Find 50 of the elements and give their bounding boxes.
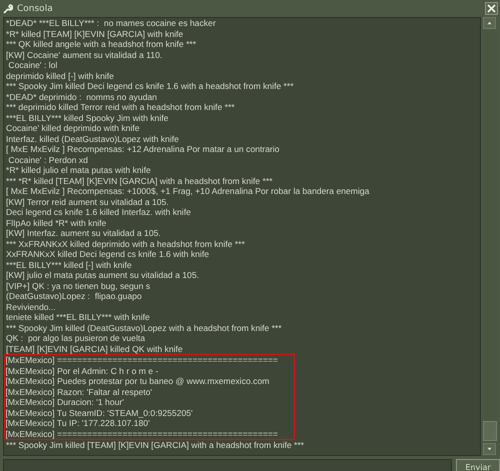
log-line: *R* killed [TEAM] [K]EVIN [GARCIA] with knife bbox=[6, 28, 184, 39]
log-line: *DEAD* ***EL BILLY*** : no mames cocaine es hacker bbox=[6, 18, 216, 28]
log-line: Reviviendo... bbox=[6, 302, 56, 312]
log-line: ***EL BILLY*** killed [-] with knife bbox=[6, 260, 132, 270]
log-line: [KW] Terror reid aument su vitalidad a 105. bbox=[6, 196, 169, 207]
log-line: [MxEMexico] Puedes protestar por tu baneo @ www.mxemexico.com bbox=[6, 376, 270, 386]
log-line: [MxEMexico] Por el Admin: C h r o m e - bbox=[6, 366, 160, 376]
log-line: [MxEMexico] Duracion: '1 hour' bbox=[6, 397, 125, 408]
close-button[interactable] bbox=[485, 2, 498, 15]
log-line: [MxEMexico] ============================================ bbox=[6, 355, 278, 366]
log-line: *** Spooky Jim killed Deci legend cs knife 1.6 with a headshot from knife *** bbox=[6, 81, 294, 92]
scroll-down-icon[interactable] bbox=[483, 443, 496, 455]
log-line: [ MxE MxEvilz ] Recompensas: +1000$, +1 Frag, +10 Adrenalina Por robar la bandera enemiga bbox=[6, 186, 370, 196]
log-line: XxFRANKxX killed Deci legend cs knife 1.6 with knife bbox=[6, 249, 209, 260]
log-line: *** QK killed angele with a headshot from knife *** bbox=[6, 39, 196, 50]
scrollbar[interactable] bbox=[483, 17, 497, 456]
log-line: [MxEMexico] Razon: 'Faltar al respeto' bbox=[6, 386, 154, 397]
submit-button[interactable]: Enviar bbox=[456, 459, 500, 471]
log-line: [MxEMexico] Tu SteamID: 'STEAM_0:0:9255205' bbox=[6, 408, 194, 418]
log-line: Cocaine' killed deprimido with knife bbox=[6, 123, 140, 134]
log-line: deprimido killed [-] with knife bbox=[6, 70, 114, 81]
log-line: Cocaine' : Perdon xd bbox=[7, 154, 88, 165]
log-line: *** XxFRANKxX killed deprimido with a headshot from knife *** bbox=[6, 238, 245, 249]
log-line: [MxEMexico] ============================================ bbox=[6, 428, 278, 439]
log-line: Cocaine' : lol bbox=[7, 60, 58, 70]
log-line: *** deprimido killed Terror reid with a headshot from knife *** bbox=[6, 102, 235, 112]
log-line: [KW] Cocaine' aument su vitalidad a 110. bbox=[6, 50, 162, 60]
log-line: QK : por algo las pusieron de vuelta bbox=[6, 333, 146, 344]
window-title: Consola bbox=[17, 4, 54, 14]
log-line: [VIP+] QK : ya no tienen bug, segun s bbox=[6, 280, 150, 291]
log-line: [TEAM] [K]EVIN [GARCIA] killed QK with knife bbox=[6, 344, 183, 354]
log-line: [KW] julio el mata putas aument su vitalidad a 105. bbox=[6, 270, 199, 280]
scroll-up-icon[interactable] bbox=[483, 17, 496, 29]
log-line: *R* killed julio el mata putas with knife bbox=[6, 165, 151, 176]
log-line: *** *R* killed [TEAM] [K]EVIN [GARCIA] with a headshot from knife *** bbox=[6, 176, 273, 186]
log-line: *DEAD* deprimido : nomms no ayudan bbox=[6, 92, 157, 102]
log-line: *** Spooky Jim killed [TEAM] [K]EVIN [GARCIA] with a headshot from knife *** bbox=[6, 440, 304, 450]
log-line: [KW] Interfaz. aument su vitalidad a 105. bbox=[6, 228, 161, 238]
scroll-thumb[interactable] bbox=[483, 421, 497, 441]
log-line: [ MxE MxEvilz ] Recompensas: +12 Adrenalina Por matar a un contrario bbox=[6, 144, 280, 154]
log-line: *** Spooky Jim killed (DeatGustavo)Lopez with a headshot from knife *** bbox=[6, 322, 282, 333]
wrench-icon bbox=[3, 4, 13, 14]
log-line: Interfaz. killed (DeatGustavo)Lopez with knife bbox=[6, 134, 179, 144]
log-line: teniete killed ***EL BILLY*** with knife bbox=[6, 312, 150, 322]
log-line: FlIpAo killed *R* with knife bbox=[6, 218, 106, 228]
log-line: (DeatGustavo)Lopez : flipao.guapo bbox=[6, 291, 142, 302]
log-line: [MxEMexico] Tu IP: '177.228.107.180' bbox=[6, 418, 151, 428]
log-line: Deci legend cs knife 1.6 killed Interfaz. with knife bbox=[6, 207, 191, 218]
command-input[interactable] bbox=[3, 459, 452, 471]
log-line: ***EL BILLY*** killed Spooky Jim with knife bbox=[6, 112, 168, 123]
